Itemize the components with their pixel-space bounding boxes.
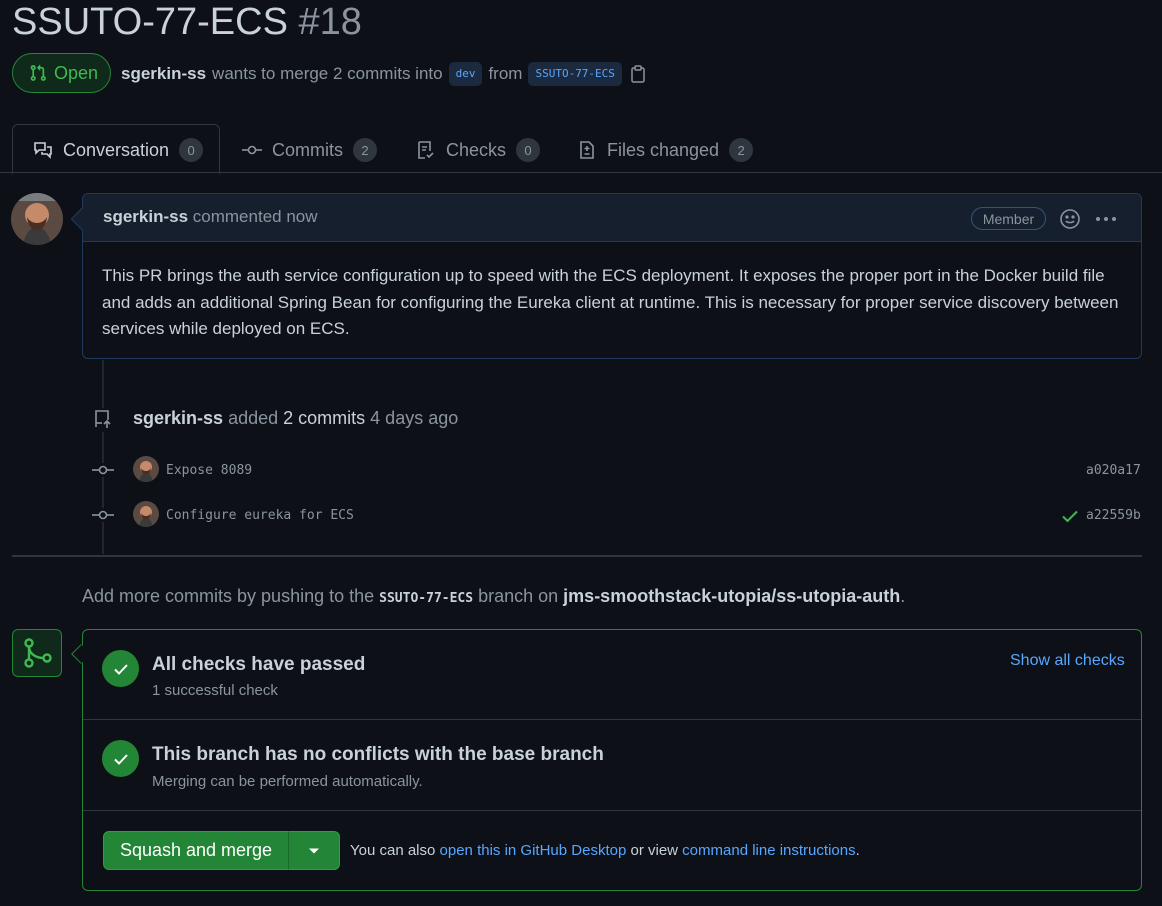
pull-request-icon [30,64,46,81]
hint-prefix: Add more commits by pushing to the [82,586,375,606]
smiley-icon[interactable] [1059,208,1081,235]
no-conflicts-icon [102,740,139,777]
commit-icon [242,145,262,155]
comment-author-link[interactable]: sgerkin-ss [103,207,188,226]
add-more-commits-hint: Add more commits by pushing to the SSUTO… [82,586,905,607]
push-count: 2 commits [283,408,366,428]
tab-label: Files changed [607,139,720,160]
push-event: sgerkin-ss added 2 commits 4 days ago [133,408,458,429]
avatar[interactable] [11,193,63,245]
tabs-divider [0,172,1162,173]
merge-box-separator [83,810,1141,811]
avatar[interactable] [133,456,159,482]
also-middle: or view [630,842,678,859]
tab-label: Checks [446,139,507,160]
base-branch[interactable]: dev [448,62,483,86]
from-text: from [488,64,523,83]
commit-node-icon [92,463,114,477]
push-action: added [228,408,279,428]
head-branch[interactable]: SSUTO-77-ECS [528,62,622,86]
hint-middle: branch on [478,586,559,606]
conflicts-subtitle: Merging can be performed automatically. [152,773,423,790]
timeline-line [102,360,104,554]
tab-label: Conversation [63,139,170,160]
squash-and-merge-button[interactable]: Squash and merge [103,831,289,870]
conflicts-title: This branch has no conflicts with the ba… [152,744,604,765]
show-all-checks-link[interactable]: Show all checks [1010,652,1125,670]
check-icon[interactable] [1061,507,1079,530]
hint-suffix: . [900,586,906,606]
commit-message-link[interactable]: Configure eureka for ECS [166,508,354,523]
hint-repo-link[interactable]: jms-smoothstack-utopia/ss-utopia-auth [563,586,900,606]
pr-number: #18 [298,1,362,43]
commit-sha-link[interactable]: a020a17 [1086,463,1141,478]
comment-body: This PR brings the auth service configur… [102,266,1119,338]
tab-label: Commits [272,139,343,160]
push-time[interactable]: 4 days ago [370,408,458,428]
commit-node-icon [92,508,114,522]
merge-summary: sgerkin-ss wants to merge 2 commits into… [121,60,646,88]
git-merge-icon [24,638,52,668]
comment-meta: sgerkin-ss commented now [103,207,318,227]
tab-files-changed[interactable]: Files changed 2 [577,130,754,170]
merge-box-separator [83,719,1141,720]
repo-push-icon [92,408,116,432]
timeline-divider [12,555,1142,557]
tab-counter: 0 [516,138,541,162]
command-line-link[interactable]: command line instructions [682,842,855,859]
status-label: Open [54,62,99,83]
checklist-icon [418,141,434,159]
checks-passed-icon [102,650,139,687]
also-prefix: You can also [350,842,436,859]
tab-counter: 2 [729,138,754,162]
triangle-down-icon [309,848,319,853]
pr-author-link[interactable]: sgerkin-ss [121,64,206,84]
tab-counter: 2 [353,138,377,162]
commit-sha-link[interactable]: a22559b [1086,508,1141,523]
also-suffix: . [855,842,860,859]
comment-time[interactable]: commented now [193,207,318,226]
tab-counter: 0 [179,138,204,162]
checks-subtitle: 1 successful check [152,682,278,699]
avatar[interactable] [133,501,159,527]
push-author-link[interactable]: sgerkin-ss [133,408,223,428]
alternate-merge-hint: You can also open this in GitHub Desktop… [350,842,860,859]
checks-title: All checks have passed [152,654,366,675]
merge-method-dropdown[interactable] [288,831,340,870]
file-diff-icon [580,141,594,159]
merge-text: wants to merge 2 commits into [212,64,443,83]
hint-branch: SSUTO-77-ECS [379,591,474,606]
comment-discussion-icon [34,142,52,159]
kebab-horizontal-icon[interactable] [1094,208,1118,235]
member-badge: Member [971,207,1046,230]
tab-commits[interactable]: Commits 2 [242,130,377,170]
status-badge: Open [12,53,111,93]
github-desktop-link[interactable]: open this in GitHub Desktop [440,842,627,859]
pr-title: SSUTO-77-ECS #18 [12,0,362,44]
commit-message-link[interactable]: Expose 8089 [166,463,252,478]
copy-icon[interactable] [630,65,646,83]
tab-conversation[interactable]: Conversation 0 [33,130,204,170]
tab-checks[interactable]: Checks 0 [416,130,541,170]
merge-status-icon-box [12,629,62,677]
pr-title-text: SSUTO-77-ECS [12,1,288,43]
